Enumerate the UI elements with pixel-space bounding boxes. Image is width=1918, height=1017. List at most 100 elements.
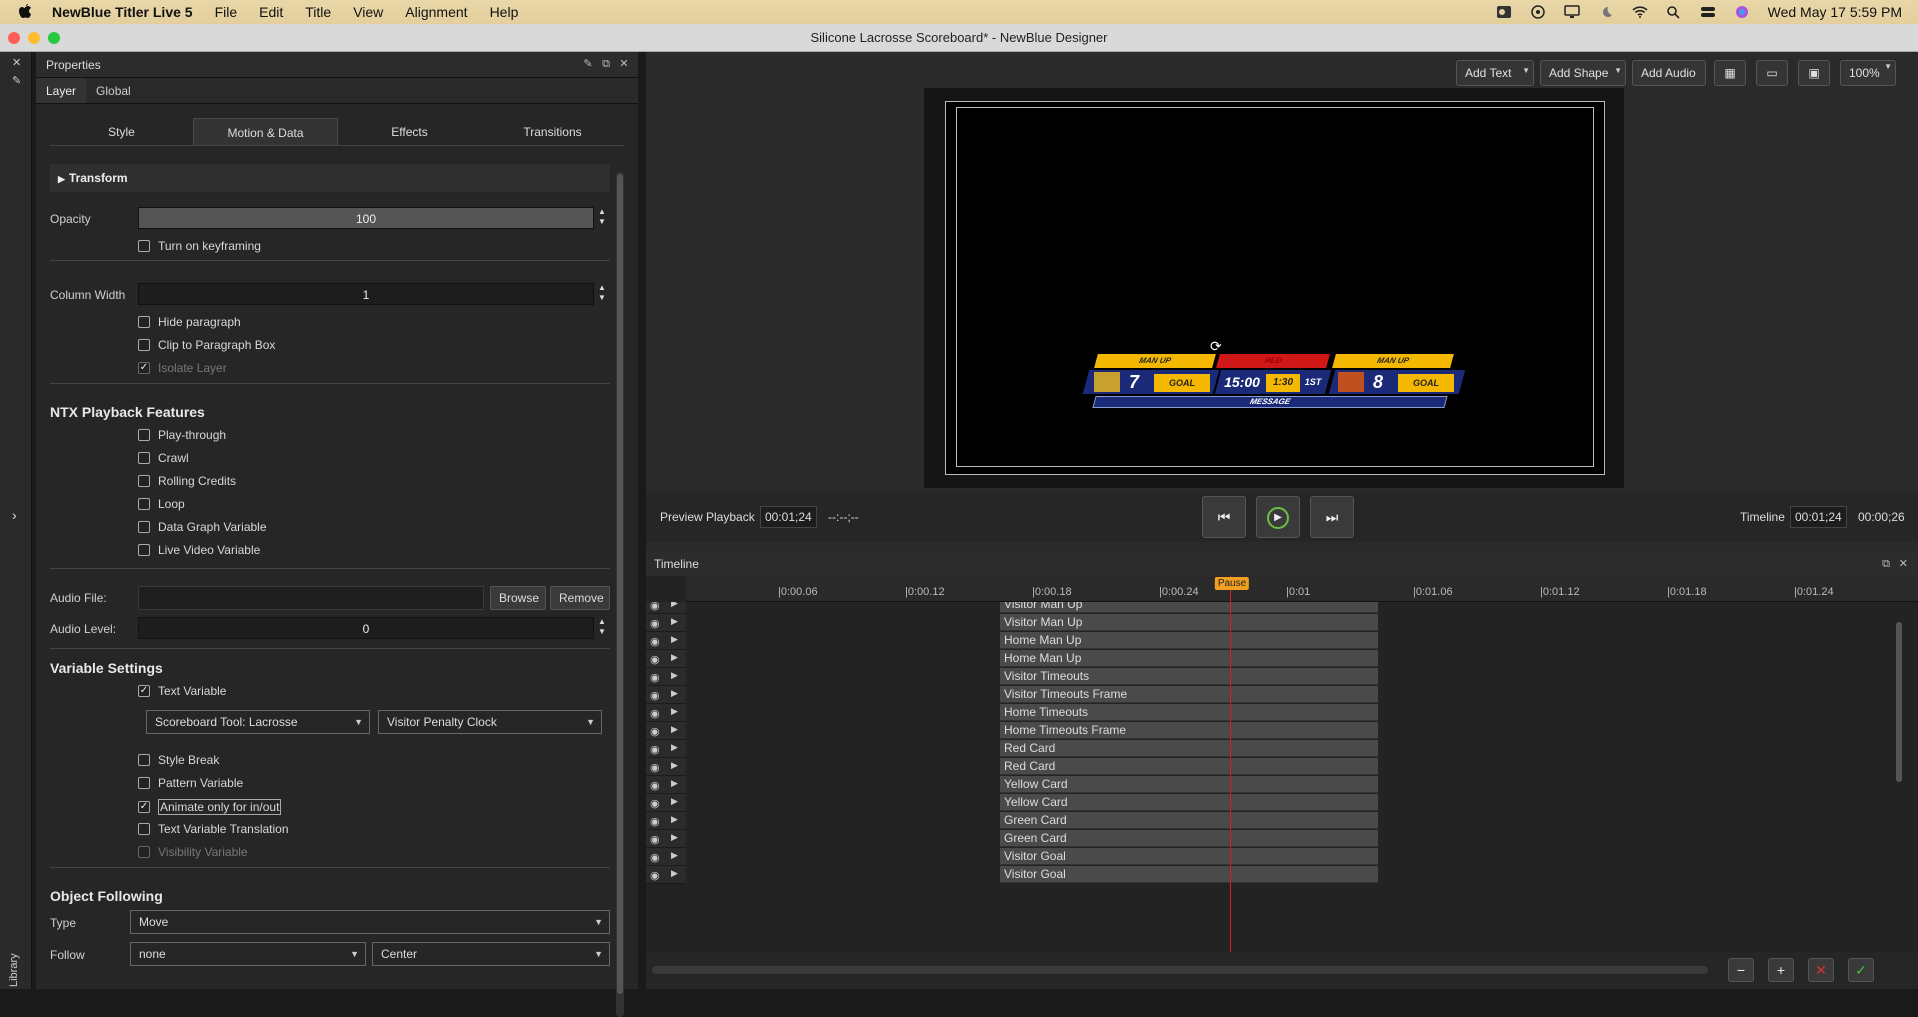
pattern-variable-checkbox[interactable]: Pattern Variable [138, 776, 243, 790]
add-shape-button[interactable]: Add Shape ▼ [1540, 60, 1626, 86]
expand-arrow-icon[interactable]: ▶ [671, 742, 678, 753]
expand-arrow-icon[interactable]: ▶ [671, 868, 678, 879]
safe-area-icon[interactable]: ▣ [1798, 60, 1830, 86]
expand-arrow-icon[interactable]: ▶ [671, 670, 678, 681]
tab-motion-data[interactable]: Motion & Data [193, 118, 338, 145]
timeline-clip[interactable]: Green Card [1000, 812, 1378, 829]
data-graph-variable-checkbox[interactable]: Data Graph Variable [138, 520, 267, 534]
opacity-field[interactable]: 100 [138, 207, 594, 229]
timeline-clip[interactable]: Home Man Up [1000, 632, 1378, 649]
expand-arrow-icon[interactable]: ▶ [671, 652, 678, 663]
eye-icon[interactable]: ◉ [650, 797, 660, 810]
menu-title[interactable]: Title [305, 4, 331, 20]
zoom-window-button[interactable] [48, 32, 60, 44]
opacity-stepper[interactable]: ▲ ▼ [596, 207, 608, 229]
timeline-clip[interactable]: Red Card [1000, 758, 1378, 775]
text-variable-checkbox[interactable]: ✓ Text Variable [138, 684, 226, 698]
eye-icon[interactable]: ◉ [650, 671, 660, 684]
expand-arrow-icon[interactable]: ▶ [671, 634, 678, 645]
airdrop-icon[interactable] [1530, 5, 1546, 19]
menu-app-name[interactable]: NewBlue Titler Live 5 [52, 4, 193, 20]
display-icon[interactable] [1563, 5, 1580, 19]
transform-section[interactable]: ▶ Transform [50, 164, 610, 192]
expand-arrow-icon[interactable]: ▶ [671, 850, 678, 861]
column-width-stepper[interactable]: ▲ ▼ [596, 283, 608, 305]
add-text-button[interactable]: Add Text ▼ [1456, 60, 1534, 86]
pin-panel-icon[interactable]: ✎ [582, 58, 594, 70]
eye-icon[interactable]: ◉ [650, 779, 660, 792]
timeline-vertical-scrollbar[interactable] [1896, 622, 1902, 782]
eye-icon[interactable]: ◉ [650, 725, 660, 738]
menubar-clock[interactable]: Wed May 17 5:59 PM [1768, 4, 1902, 20]
scoreboard-tool-select[interactable]: Scoreboard Tool: Lacrosse ▼ [146, 710, 370, 734]
float-panel-icon[interactable]: ⧉ [1882, 552, 1890, 576]
timeline-clip[interactable]: Yellow Card [1000, 794, 1378, 811]
expand-arrow-icon[interactable]: ▶ [671, 602, 678, 609]
timeline-clip[interactable]: Visitor Man Up [1000, 614, 1378, 631]
rotate-handle-icon[interactable]: ⟳ [1210, 338, 1222, 355]
skip-back-button[interactable]: ⏮ [1202, 496, 1246, 538]
animate-only-checkbox[interactable]: ✓ Animate only for in/out [138, 799, 282, 815]
eye-icon[interactable]: ◉ [650, 617, 660, 630]
tab-layer[interactable]: Layer [36, 78, 87, 103]
expand-arrow-icon[interactable]: ▶ [671, 796, 678, 807]
expand-panel-icon[interactable]: › [12, 507, 17, 523]
timeline-horizontal-scrollbar[interactable] [652, 966, 1708, 974]
canvas-area[interactable]: ⟳ MAN UP RED MAN UP 7 GOAL 15:00 1:30 1S… [924, 88, 1624, 488]
column-width-field[interactable]: 1 [138, 283, 594, 305]
text-variable-translation-checkbox[interactable]: Text Variable Translation [138, 822, 289, 836]
audio-file-field[interactable] [138, 586, 484, 610]
play-button[interactable]: ▶ [1256, 496, 1300, 538]
type-select[interactable]: Move ▼ [130, 910, 610, 934]
timeline-clip[interactable]: Visitor Man Up [1000, 602, 1378, 613]
menu-view[interactable]: View [353, 4, 383, 20]
close-panel-icon[interactable]: ✕ [12, 56, 21, 69]
expand-arrow-icon[interactable]: ▶ [671, 832, 678, 843]
live-video-variable-checkbox[interactable]: Live Video Variable [138, 543, 260, 557]
zoom-in-button[interactable]: + [1768, 958, 1794, 982]
browse-button[interactable]: Browse [490, 586, 546, 610]
tab-effects[interactable]: Effects [338, 118, 481, 145]
anchor-select[interactable]: Center ▼ [372, 942, 610, 966]
eye-icon[interactable]: ◉ [650, 833, 660, 846]
zoom-out-button[interactable]: − [1728, 958, 1754, 982]
play-through-checkbox[interactable]: Play-through [138, 428, 226, 442]
timeline-clip[interactable]: Home Timeouts [1000, 704, 1378, 721]
minimize-window-button[interactable] [28, 32, 40, 44]
timeline-clip[interactable]: Visitor Goal [1000, 866, 1378, 883]
add-audio-button[interactable]: Add Audio [1632, 60, 1706, 86]
siri-icon[interactable] [1734, 5, 1750, 19]
eye-icon[interactable]: ◉ [650, 851, 660, 864]
expand-arrow-icon[interactable]: ▶ [671, 814, 678, 825]
tab-style[interactable]: Style [50, 118, 193, 145]
eye-icon[interactable]: ◉ [650, 635, 660, 648]
properties-scrollbar[interactable] [616, 172, 624, 1017]
scrollbar-thumb[interactable] [617, 174, 623, 994]
moon-icon[interactable] [1598, 5, 1614, 19]
scoreboard-graphic[interactable]: MAN UP RED MAN UP 7 GOAL 15:00 1:30 1ST … [1082, 354, 1486, 414]
float-panel-icon[interactable]: ⧉ [600, 58, 612, 70]
search-icon[interactable] [1666, 5, 1682, 19]
control-center-icon[interactable] [1700, 5, 1716, 19]
timeline-clip[interactable]: Yellow Card [1000, 776, 1378, 793]
preview-time-field[interactable]: 00:01;24 [760, 506, 817, 528]
expand-arrow-icon[interactable]: ▶ [671, 688, 678, 699]
eye-icon[interactable]: ◉ [650, 602, 660, 612]
clip-paragraph-checkbox[interactable]: Clip to Paragraph Box [138, 338, 275, 352]
canvas-frame[interactable]: ⟳ MAN UP RED MAN UP 7 GOAL 15:00 1:30 1S… [945, 101, 1605, 475]
rolling-credits-checkbox[interactable]: Rolling Credits [138, 474, 236, 488]
timeline-clip[interactable]: Visitor Goal [1000, 848, 1378, 865]
audio-level-stepper[interactable]: ▲ ▼ [596, 617, 608, 639]
pause-marker[interactable]: Pause [1214, 577, 1250, 590]
eye-icon[interactable]: ◉ [650, 815, 660, 828]
keyframing-checkbox[interactable]: Turn on keyframing [138, 239, 261, 253]
skip-forward-button[interactable]: ⏭ [1310, 496, 1354, 538]
close-panel-icon[interactable]: ✕ [618, 58, 630, 70]
timeline-clip[interactable]: Visitor Timeouts Frame [1000, 686, 1378, 703]
eye-icon[interactable]: ◉ [650, 689, 660, 702]
playhead[interactable] [1230, 576, 1231, 956]
audio-level-field[interactable]: 0 [138, 617, 594, 639]
close-window-button[interactable] [8, 32, 20, 44]
menu-edit[interactable]: Edit [259, 4, 283, 20]
eye-icon[interactable]: ◉ [650, 743, 660, 756]
